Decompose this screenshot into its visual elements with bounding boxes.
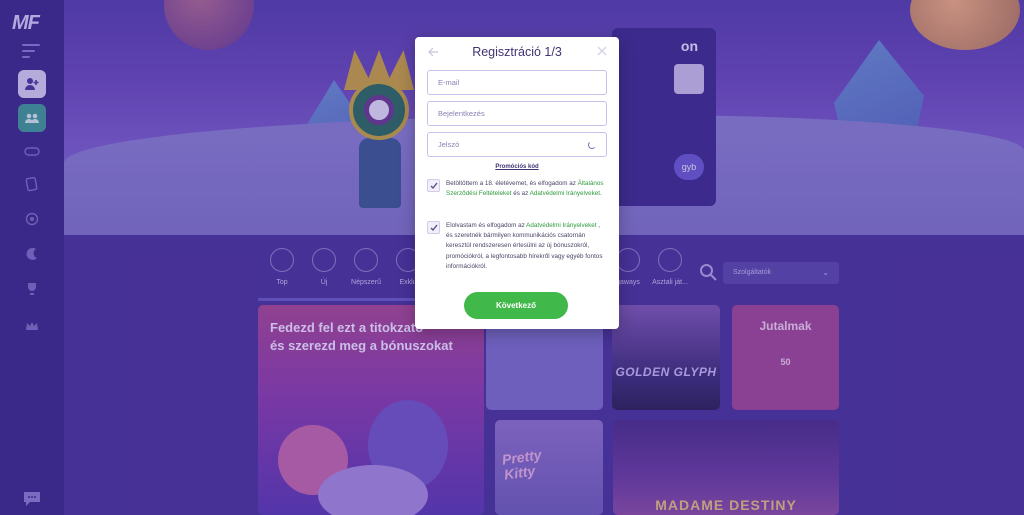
- modal-title: Regisztráció 1/3: [472, 45, 562, 59]
- email-input[interactable]: [428, 71, 606, 94]
- privacy-link[interactable]: Adatvédelmi Irányelveket: [530, 190, 600, 197]
- age-terms-checkbox[interactable]: [427, 179, 440, 192]
- password-input[interactable]: [428, 133, 606, 156]
- registration-modal: Regisztráció 1/3 Promóciós kód Betöltött…: [415, 37, 619, 329]
- checkmark-icon: [430, 182, 438, 190]
- marketing-checkbox[interactable]: [427, 221, 440, 234]
- consent-age-terms: Betöltöttem a 18. életévemet, és elfogad…: [427, 179, 607, 209]
- email-field[interactable]: [427, 70, 607, 95]
- login-field[interactable]: [427, 101, 607, 126]
- login-input[interactable]: [428, 102, 606, 125]
- password-field[interactable]: [427, 132, 607, 157]
- loading-spinner-icon: [588, 141, 596, 149]
- privacy-link[interactable]: Adatvédelmi Irányelveket: [526, 222, 596, 229]
- close-icon[interactable]: [597, 46, 607, 56]
- checkmark-icon: [430, 224, 438, 232]
- consent-marketing: Elolvastam és elfogadom az Adatvédelmi I…: [427, 221, 607, 281]
- next-button[interactable]: Következő: [464, 292, 568, 319]
- promo-code-link[interactable]: Promóciós kód: [415, 164, 619, 170]
